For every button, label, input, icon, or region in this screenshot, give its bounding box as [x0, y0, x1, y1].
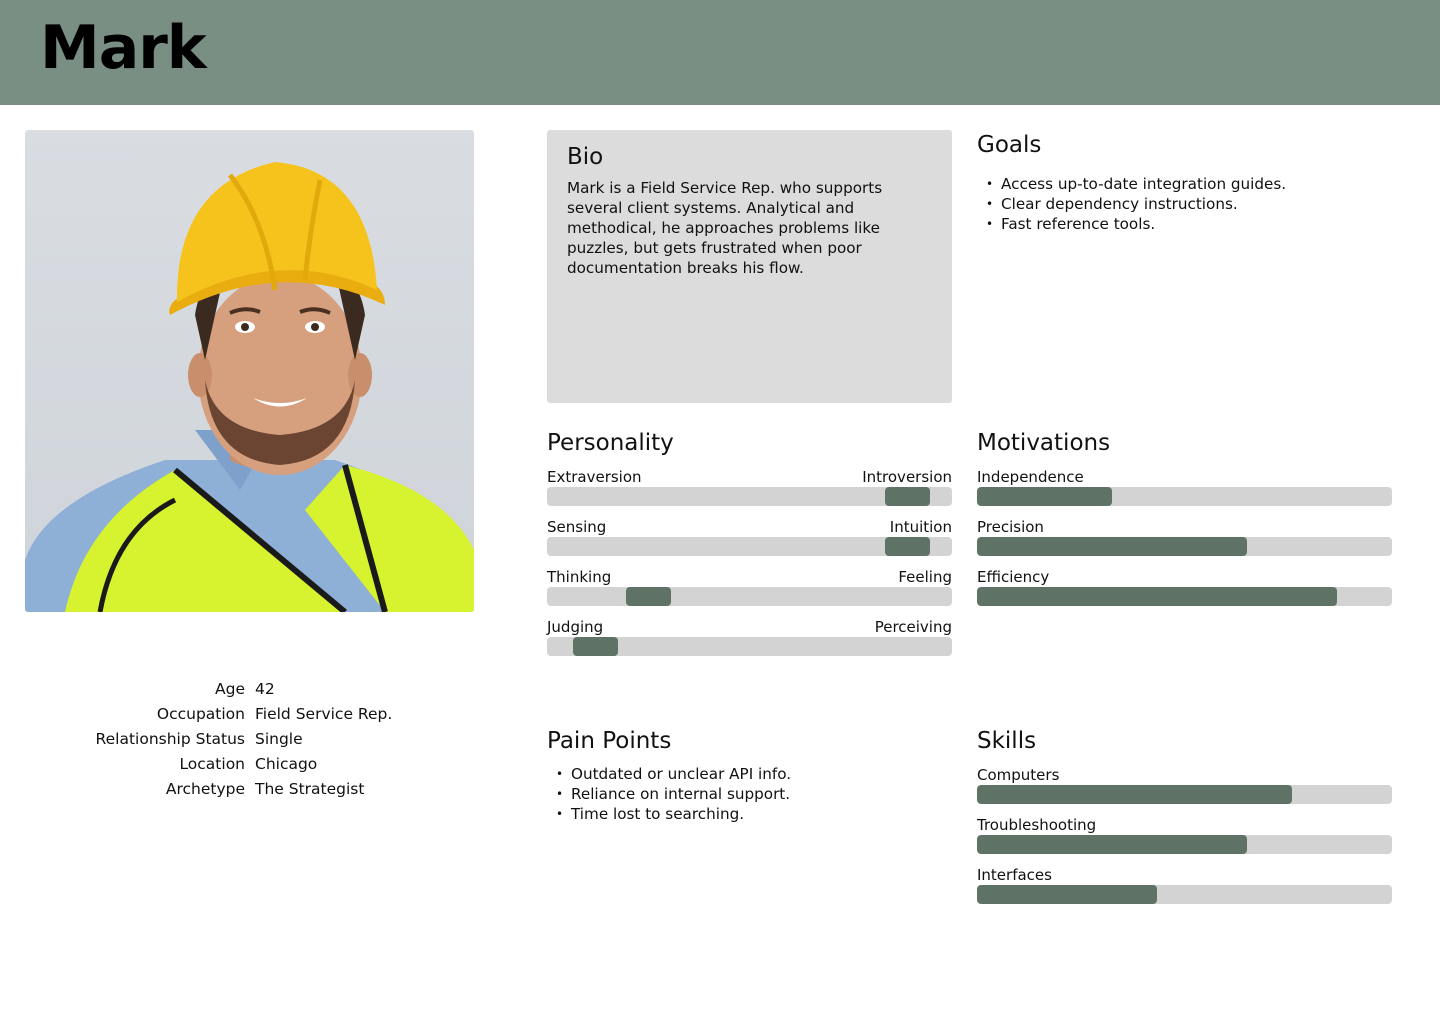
trait-right-label: Feeling [898, 568, 952, 586]
pain-points-list: Outdated or unclear API info. Reliance o… [547, 764, 791, 824]
trait-left-label: Extraversion [547, 468, 642, 486]
personality-trait-0: Extraversion Introversion [547, 467, 952, 506]
skill-track [977, 885, 1392, 904]
trait-right-label: Intuition [889, 518, 952, 536]
info-label: Occupation [156, 705, 245, 723]
info-row-archetype: Archetype The Strategist [25, 778, 474, 803]
pain-point-item: Reliance on internal support. [547, 784, 791, 804]
personality-trait-2: Thinking Feeling [547, 567, 952, 606]
goal-item: Clear dependency instructions. [977, 194, 1286, 214]
motivation-label: Efficiency [977, 568, 1050, 586]
motivation-label: Independence [977, 468, 1084, 486]
trait-slider-track [547, 487, 952, 506]
goal-item: Fast reference tools. [977, 214, 1286, 234]
trait-slider-thumb [625, 587, 671, 606]
motivations-title: Motivations [977, 430, 1111, 456]
info-label: Archetype [165, 780, 245, 798]
skill-fill [977, 835, 1247, 854]
pain-points-title: Pain Points [547, 728, 672, 754]
info-value: 42 [255, 680, 275, 698]
motivation-label: Precision [977, 518, 1044, 536]
bio-title: Bio [567, 144, 604, 170]
motivation-fill [977, 587, 1337, 606]
bio-text: Mark is a Field Service Rep. who support… [567, 179, 883, 277]
info-row-age: Age 42 [25, 678, 474, 703]
trait-slider-track [547, 637, 952, 656]
personality-title: Personality [547, 430, 674, 456]
skill-bar-2: Interfaces [977, 865, 1392, 904]
bio-card: Bio Mark is a Field Service Rep. who sup… [547, 130, 952, 403]
personality-trait-1: Sensing Intuition [547, 517, 952, 556]
trait-slider-thumb [884, 487, 930, 506]
info-value: Field Service Rep. [255, 705, 393, 723]
persona-info-table: Age 42 Occupation Field Service Rep. Rel… [25, 678, 474, 803]
motivation-bar-0: Independence [977, 467, 1392, 506]
trait-right-label: Introversion [862, 468, 952, 486]
goals-list: Access up-to-date integration guides. Cl… [977, 174, 1286, 234]
info-value: The Strategist [255, 780, 365, 798]
info-row-occupation: Occupation Field Service Rep. [25, 703, 474, 728]
motivation-track [977, 487, 1392, 506]
skill-track [977, 835, 1392, 854]
pain-point-item: Outdated or unclear API info. [547, 764, 791, 784]
info-label: Age [215, 680, 245, 698]
skill-fill [977, 785, 1293, 804]
trait-slider-thumb [884, 537, 930, 556]
skill-label: Computers [977, 766, 1060, 784]
header-banner: Mark [0, 0, 1440, 105]
info-value: Chicago [255, 755, 318, 773]
goals-title: Goals [977, 132, 1042, 158]
motivation-track [977, 537, 1392, 556]
pain-point-item: Time lost to searching. [547, 804, 791, 824]
motivation-fill [977, 487, 1112, 506]
trait-left-label: Thinking [547, 568, 612, 586]
info-label: Location [179, 755, 245, 773]
skill-fill [977, 885, 1158, 904]
info-label: Relationship Status [95, 730, 245, 748]
skill-label: Interfaces [977, 866, 1052, 884]
trait-slider-track [547, 587, 952, 606]
trait-slider-track [547, 537, 952, 556]
skills-title: Skills [977, 728, 1037, 754]
trait-right-label: Perceiving [874, 618, 952, 636]
motivation-bar-2: Efficiency [977, 567, 1392, 606]
skill-track [977, 785, 1392, 804]
persona-photo [25, 130, 474, 612]
trait-left-label: Judging [547, 618, 604, 636]
personality-trait-3: Judging Perceiving [547, 617, 952, 656]
motivation-fill [977, 537, 1247, 556]
skill-bar-0: Computers [977, 765, 1392, 804]
motivation-track [977, 587, 1392, 606]
persona-name: Mark [40, 13, 207, 83]
trait-left-label: Sensing [547, 518, 607, 536]
motivation-bar-1: Precision [977, 517, 1392, 556]
goal-item: Access up-to-date integration guides. [977, 174, 1286, 194]
info-row-relationship: Relationship Status Single [25, 728, 474, 753]
trait-slider-thumb [573, 637, 619, 656]
skill-label: Troubleshooting [977, 816, 1097, 834]
info-value: Single [255, 730, 303, 748]
skill-bar-1: Troubleshooting [977, 815, 1392, 854]
info-row-location: Location Chicago [25, 753, 474, 778]
